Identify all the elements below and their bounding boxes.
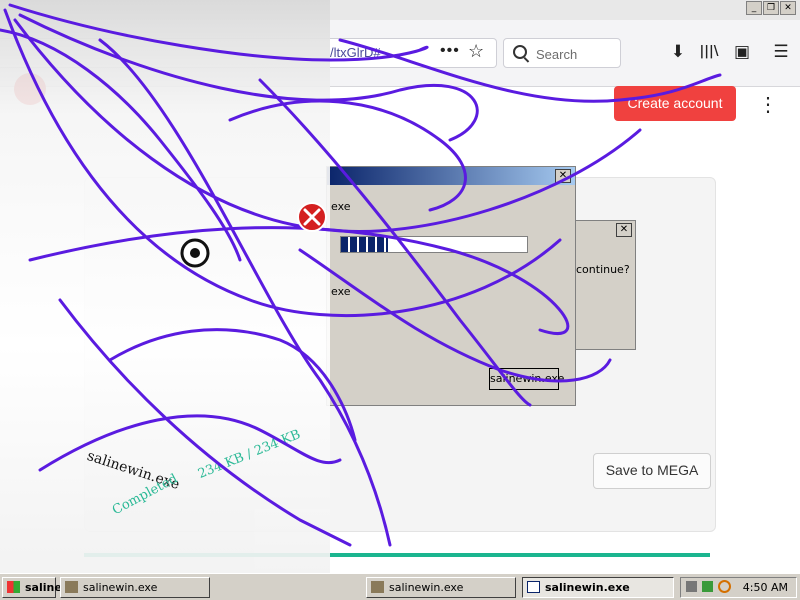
- exe-icon: [371, 581, 384, 593]
- url-text: /ltxGlrD#: [330, 45, 381, 60]
- dialog-titlebar: ✕: [327, 167, 575, 185]
- bookmark-star-icon[interactable]: ☆: [468, 41, 484, 62]
- downloads-icon[interactable]: ⬇: [667, 41, 689, 63]
- window-icon: [527, 581, 540, 593]
- restore-button[interactable]: ❐: [763, 1, 779, 15]
- minimize-button[interactable]: _: [746, 1, 762, 15]
- taskbar-item-label: salinewin.exe: [83, 581, 158, 594]
- dialog-close-button[interactable]: ✕: [555, 169, 571, 183]
- glitch-overlay: salinewin.exe 234 KB / 234 KB Completed: [0, 0, 330, 575]
- search-box[interactable]: [503, 38, 622, 68]
- taskbar: saline salinewin.exe salinewin.exe salin…: [0, 573, 800, 600]
- network-icon[interactable]: [702, 581, 713, 592]
- create-account-button[interactable]: Create account: [614, 86, 736, 121]
- back-dialog-close-button[interactable]: ✕: [616, 223, 632, 237]
- dialog-line-2: exe: [331, 285, 351, 298]
- dialog-exe-button[interactable]: salinewin.exe: [489, 368, 564, 390]
- menu-icon[interactable]: ☰: [770, 41, 792, 63]
- taskbar-item-label: salinewin.exe: [389, 581, 464, 594]
- dialog-progress-bar: [340, 236, 528, 253]
- sidebar-icon[interactable]: ▣: [731, 41, 753, 63]
- exe-icon: [65, 581, 78, 593]
- page-actions-icon[interactable]: •••: [440, 42, 460, 60]
- library-icon[interactable]: |||\: [698, 41, 720, 63]
- back-dialog-message: continue?: [576, 263, 630, 276]
- dialog-line-1: exe: [331, 200, 351, 213]
- taskbar-item-active[interactable]: salinewin.exe: [522, 577, 674, 598]
- taskbar-item[interactable]: salinewin.exe: [366, 577, 516, 598]
- start-label: saline: [25, 581, 62, 594]
- clock[interactable]: 4:50 AM: [743, 581, 788, 594]
- start-button[interactable]: saline: [2, 577, 62, 598]
- system-tray: 4:50 AM: [680, 577, 797, 598]
- magnifier-icon[interactable]: [718, 580, 731, 593]
- windows-logo-icon: [7, 581, 20, 593]
- taskbar-item[interactable]: salinewin.exe: [60, 577, 210, 598]
- save-to-mega-button[interactable]: Save to MEGA: [593, 453, 711, 489]
- glitch-size: 234 KB / 234 KB: [196, 427, 303, 482]
- taskbar-item-label: salinewin.exe: [545, 581, 630, 594]
- back-dialog-titlebar: ✕: [576, 221, 635, 239]
- close-window-button[interactable]: ✕: [780, 1, 796, 15]
- kebab-menu-icon[interactable]: ⋮: [758, 91, 778, 119]
- back-dialog: ✕ continue?: [575, 220, 636, 350]
- search-input[interactable]: [534, 44, 622, 64]
- keyboard-icon[interactable]: [686, 581, 697, 592]
- copy-progress-dialog: ✕ exe exe salinewin.exe: [326, 166, 576, 406]
- dialog-progress-fill: [341, 237, 388, 252]
- search-icon: [513, 45, 527, 59]
